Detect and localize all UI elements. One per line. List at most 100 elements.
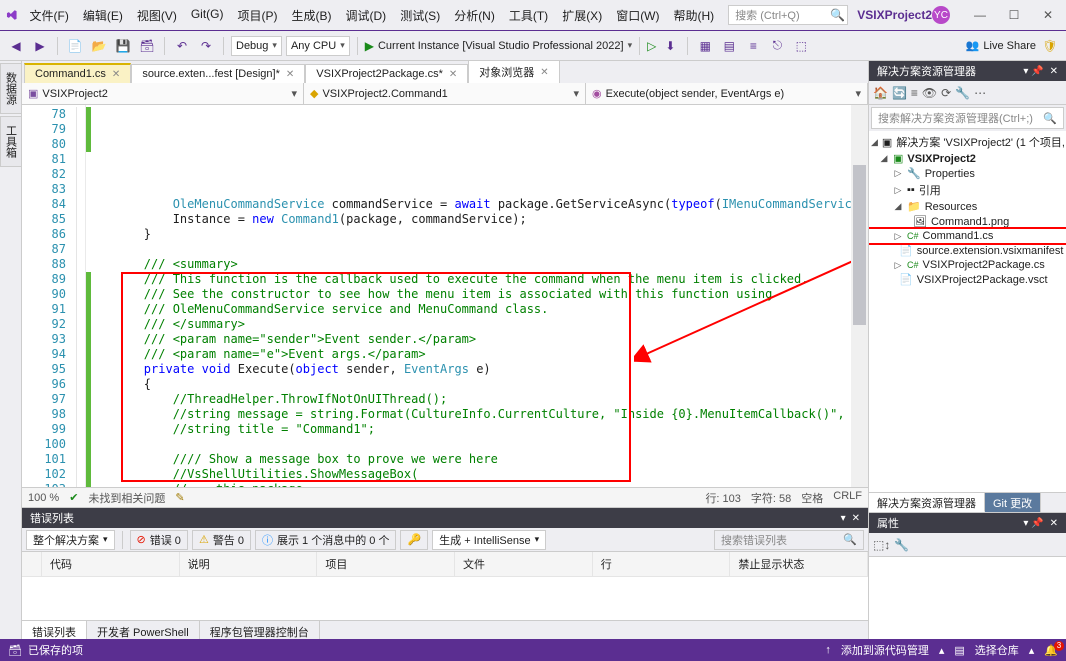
props-icon[interactable]: 🔧 [955, 86, 970, 100]
new-icon[interactable]: 📄 [65, 36, 85, 56]
build-intellisense-combo[interactable]: 生成 + IntelliSense [432, 530, 546, 550]
panel-close-icon[interactable]: ✕ [1050, 518, 1058, 529]
redo-icon[interactable]: ↷ [196, 36, 216, 56]
error-col-header[interactable]: 代码 [42, 552, 180, 577]
solution-search[interactable]: 搜索解决方案资源管理器(Ctrl+;)🔍 [871, 107, 1064, 129]
menu-工具(T)[interactable]: 工具(T) [503, 3, 554, 28]
key-icon[interactable]: 🔑 [400, 530, 428, 550]
status-line[interactable]: 行: 103 [705, 490, 740, 506]
select-repo[interactable]: 选择仓库 [975, 642, 1019, 658]
sort-icon[interactable]: ⬚↕ [873, 538, 890, 552]
resources-node[interactable]: Resources [925, 201, 978, 213]
tab-close-icon[interactable]: ✕ [112, 69, 120, 80]
notification-bell[interactable]: 🔔3 [1044, 644, 1058, 657]
solution-tab[interactable]: 解决方案资源管理器 [869, 493, 985, 512]
search-icon[interactable]: 🔍 [830, 8, 845, 22]
panel-pin-icon[interactable]: ▾ 📌 [1023, 66, 1043, 77]
warnings-filter[interactable]: ⚠警告 0 [192, 530, 251, 550]
tb-misc5-icon[interactable]: ⬚ [791, 36, 811, 56]
live-share-button[interactable]: 👥 Live Share [966, 39, 1036, 52]
nav-project[interactable]: ▣VSIXProject2 [22, 83, 304, 104]
tb-misc4-icon[interactable]: ⎋ [767, 36, 787, 56]
errors-filter[interactable]: ⊘错误 0 [130, 530, 188, 550]
error-col-header[interactable]: 说明 [180, 552, 318, 577]
tab-close-icon[interactable]: ✕ [449, 69, 457, 80]
doc-tab[interactable]: 对象浏览器✕ [468, 60, 559, 83]
admin-icon[interactable]: 🛡 [1040, 36, 1060, 56]
nav-back-icon[interactable]: ◀ [6, 36, 26, 56]
menu-扩展(X)[interactable]: 扩展(X) [556, 3, 608, 28]
collapse-icon[interactable]: ≡ [911, 86, 918, 100]
brush-icon[interactable]: ✎ [175, 491, 184, 504]
props-node[interactable]: Properties [925, 168, 975, 180]
error-col-header[interactable] [22, 552, 42, 577]
nav-member[interactable]: ◉Execute(object sender, EventArgs e) [586, 83, 868, 104]
status-eol[interactable]: CRLF [833, 490, 862, 506]
refs-node[interactable]: 引用 [919, 182, 941, 198]
code-editor[interactable]: 7879808182838485868788899091929394959697… [22, 105, 868, 487]
home-icon[interactable]: 🏠 [873, 86, 888, 100]
status-col[interactable]: 字符: 58 [751, 490, 791, 506]
prop-icon[interactable]: 🔧 [894, 538, 909, 552]
git-changes-tab[interactable]: Git 更改 [985, 493, 1041, 512]
error-col-header[interactable]: 项目 [317, 552, 455, 577]
doc-tab[interactable]: Command1.cs✕ [24, 63, 131, 83]
save-all-status-icon[interactable]: 🗃 [8, 644, 22, 657]
refresh-icon[interactable]: ⟳ [941, 86, 951, 100]
issues-label[interactable]: 未找到相关问题 [88, 490, 165, 506]
user-avatar[interactable]: YC [932, 6, 950, 24]
run-target[interactable]: Current Instance [Visual Studio Professi… [378, 40, 624, 52]
fold-column[interactable] [72, 105, 86, 487]
tb-misc1-icon[interactable]: ▦ [695, 36, 715, 56]
open-icon[interactable]: 📂 [89, 36, 109, 56]
start-icon[interactable]: ▶ [365, 39, 374, 53]
tab-close-icon[interactable]: ✕ [286, 69, 294, 80]
vertical-scrollbar[interactable] [851, 105, 868, 487]
nav-class[interactable]: ◆VSIXProject2.Command1 [304, 83, 586, 104]
menu-icon[interactable]: ⋯ [974, 86, 986, 100]
tb-misc2-icon[interactable]: ▤ [719, 36, 739, 56]
platform-combo[interactable]: Any CPU [286, 36, 350, 56]
menu-项目(P)[interactable]: 项目(P) [232, 3, 284, 28]
step-icon[interactable]: ⬇ [660, 36, 680, 56]
menu-Git(G)[interactable]: Git(G) [185, 3, 230, 28]
solution-tree[interactable]: ◢▣解决方案 'VSIXProject2' (1 个项目, 共 ◢▣VSIXPr… [869, 131, 1066, 492]
command1-node[interactable]: Command1.cs [923, 230, 994, 242]
project-node[interactable]: VSIXProject2 [907, 153, 975, 165]
vsct-node[interactable]: VSIXProject2Package.vsct [917, 274, 1048, 286]
menu-窗口(W)[interactable]: 窗口(W) [610, 3, 665, 28]
save-all-icon[interactable]: 🗃 [137, 36, 157, 56]
config-combo[interactable]: Debug [231, 36, 282, 56]
error-col-header[interactable]: 行 [593, 552, 731, 577]
menu-视图(V)[interactable]: 视图(V) [131, 3, 183, 28]
messages-filter[interactable]: ⓘ展示 1 个消息中的 0 个 [255, 530, 396, 550]
datasource-tab[interactable]: 数据源 [0, 63, 22, 114]
code-text[interactable]: OleMenuCommandService commandService = a… [86, 105, 851, 487]
menu-调试(D)[interactable]: 调试(D) [340, 3, 393, 28]
panel-pin-icon[interactable]: ▾ 📌 [1023, 518, 1043, 529]
add-scm[interactable]: 添加到源代码管理 [841, 642, 929, 658]
nav-fwd-icon[interactable]: ▶ [30, 36, 50, 56]
error-col-header[interactable]: 文件 [455, 552, 593, 577]
menu-编辑(E)[interactable]: 编辑(E) [77, 3, 129, 28]
doc-tab[interactable]: VSIXProject2Package.cs*✕ [305, 64, 468, 83]
menu-帮助(H)[interactable]: 帮助(H) [668, 3, 721, 28]
zoom-level[interactable]: 100 % [28, 492, 59, 504]
save-icon[interactable]: 💾 [113, 36, 133, 56]
undo-icon[interactable]: ↶ [172, 36, 192, 56]
sync-icon[interactable]: 🔄 [892, 86, 907, 100]
start-noDebug-icon[interactable]: ▷ [647, 39, 656, 53]
error-scope-combo[interactable]: 整个解决方案 [26, 530, 115, 550]
menu-测试(S)[interactable]: 测试(S) [394, 3, 446, 28]
package-node[interactable]: VSIXProject2Package.cs [923, 259, 1045, 271]
tb-misc3-icon[interactable]: ≡ [743, 36, 763, 56]
manifest-node[interactable]: source.extension.vsixmanifest [917, 245, 1064, 257]
menu-生成(B)[interactable]: 生成(B) [286, 3, 338, 28]
panel-close-icon[interactable]: ✕ [852, 513, 860, 524]
error-col-header[interactable]: 禁止显示状态 [730, 552, 868, 577]
maximize-button[interactable]: ☐ [1002, 8, 1026, 22]
minimize-button[interactable]: — [968, 8, 992, 22]
toolbox-tab[interactable]: 工具箱 [0, 116, 22, 167]
status-indent[interactable]: 空格 [801, 490, 823, 506]
error-search[interactable]: 搜索错误列表🔍 [714, 530, 864, 550]
